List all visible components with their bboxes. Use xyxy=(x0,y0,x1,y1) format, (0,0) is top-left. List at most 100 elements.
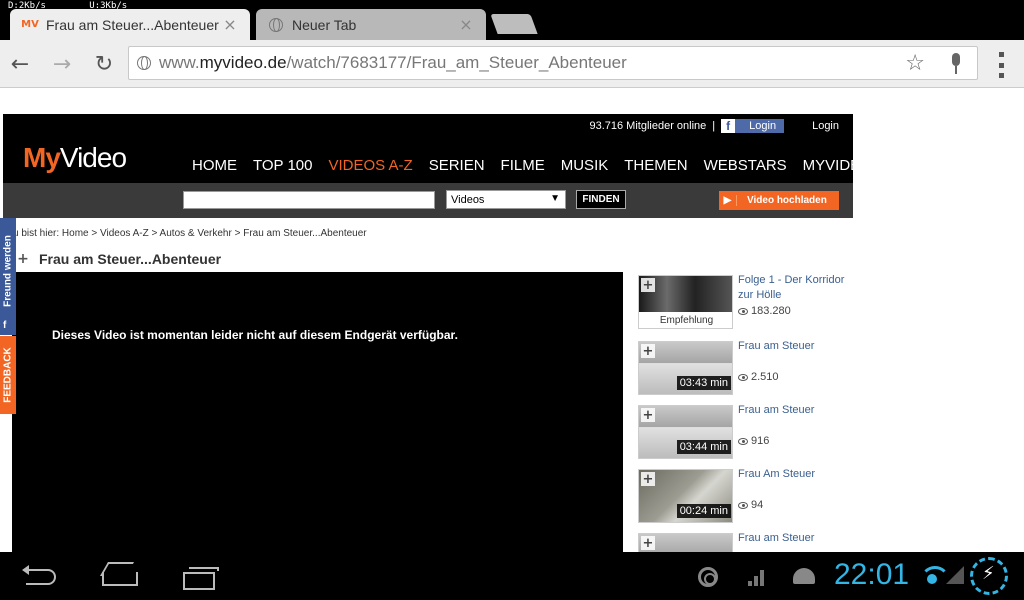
add-icon[interactable]: + xyxy=(641,344,655,359)
view-count: 183.280 xyxy=(738,305,791,317)
nav-musik[interactable]: MUSIK xyxy=(561,157,609,174)
eye-icon xyxy=(738,307,748,315)
related-video-title[interactable]: Frau Am Steuer xyxy=(738,467,848,482)
view-count: 94 xyxy=(738,499,763,511)
list-item[interactable]: + Empfehlung Folge 1 - Der Korridor zur … xyxy=(638,273,848,331)
duration-badge: 03:44 min xyxy=(676,440,731,454)
globe-icon xyxy=(137,56,151,70)
view-count: 2.510 xyxy=(738,371,779,383)
nav-myvideo-tv[interactable]: MYVIDEO.TV xyxy=(803,157,896,174)
add-icon[interactable]: + xyxy=(641,408,655,423)
video-thumbnail[interactable]: + 03:43 min xyxy=(638,341,733,395)
video-unavailable-message: Dieses Video ist momentan leider nicht a… xyxy=(52,328,458,342)
myvideo-favicon-icon: MV xyxy=(21,19,39,30)
forward-arrow-icon[interactable]: → xyxy=(50,52,74,77)
search-category-select[interactable]: Videos ▼ xyxy=(446,190,566,209)
facebook-login-label: Login xyxy=(749,120,777,132)
url-text[interactable]: www.myvideo.de/watch/7683177/Frau_am_Ste… xyxy=(159,53,627,73)
recent-apps-icon[interactable] xyxy=(183,566,219,590)
myvideo-logo[interactable]: MyVideo xyxy=(23,142,127,174)
duration-badge: 00:24 min xyxy=(676,504,731,518)
video-title-row: + Frau am Steuer...Abenteuer xyxy=(16,251,221,267)
upload-video-button[interactable]: ▶ Video hochladen xyxy=(719,191,839,210)
login-link[interactable]: Login xyxy=(812,120,839,132)
main-navigation: HOME TOP 100 VIDEOS A-Z SERIEN FILME MUS… xyxy=(192,157,911,174)
related-video-title[interactable]: Frau am Steuer xyxy=(738,339,848,354)
nav-filme[interactable]: FILME xyxy=(501,157,545,174)
add-icon[interactable]: + xyxy=(641,278,655,293)
reload-icon[interactable]: ↻ xyxy=(92,52,116,77)
facebook-icon: f xyxy=(3,320,7,331)
related-video-title[interactable]: Folge 1 - Der Korridor zur Hölle xyxy=(738,273,848,303)
web-page: 93.716 Mitglieder online | f Login Login… xyxy=(0,89,1024,552)
site-header: 93.716 Mitglieder online | f Login Login… xyxy=(3,114,895,183)
nav-videos-a-z[interactable]: VIDEOS A-Z xyxy=(329,157,413,174)
become-friend-tab[interactable]: Freund werden f xyxy=(0,218,16,335)
tab-close-icon[interactable]: × xyxy=(458,15,474,34)
cell-signal-icon xyxy=(946,566,964,584)
bookmark-star-icon[interactable]: ☆ xyxy=(905,51,925,76)
related-video-title[interactable]: Frau am Steuer xyxy=(738,531,848,546)
address-bar[interactable]: www.myvideo.de/watch/7683177/Frau_am_Ste… xyxy=(128,46,978,80)
globe-icon xyxy=(268,17,284,32)
duration-badge: 03:43 min xyxy=(676,376,731,390)
dropdown-arrow-icon: ▼ xyxy=(550,193,560,204)
list-item[interactable]: + 03:44 min Frau am Steuer 916 xyxy=(638,403,848,461)
network-stats: D:2Kb/s U:3Kb/s xyxy=(8,1,128,11)
play-icon: ▶ xyxy=(719,195,737,206)
recommendation-badge: Empfehlung xyxy=(639,312,732,328)
video-thumbnail[interactable]: + Empfehlung xyxy=(638,275,733,329)
related-video-title[interactable]: Frau am Steuer xyxy=(738,403,848,418)
add-to-playlist-icon[interactable]: + xyxy=(16,251,30,267)
eye-icon xyxy=(738,501,748,509)
browser-tabstrip: D:2Kb/s U:3Kb/s MV Frau am Steuer...Aben… xyxy=(0,0,1024,40)
video-player[interactable]: Dieses Video ist momentan leider nicht a… xyxy=(12,272,623,552)
nav-serien[interactable]: SERIEN xyxy=(429,157,485,174)
signal-bars-icon xyxy=(748,568,768,586)
tab-neuer-tab[interactable]: Neuer Tab × xyxy=(256,9,486,40)
android-notification-icon[interactable] xyxy=(793,568,815,584)
add-icon[interactable]: + xyxy=(641,536,655,551)
android-system-bar: 22:01 xyxy=(0,552,1024,600)
video-thumbnail[interactable]: + 03:44 min xyxy=(638,405,733,459)
facebook-login-button[interactable]: f Login xyxy=(721,119,785,133)
nav-top-100[interactable]: TOP 100 xyxy=(253,157,313,174)
browser-toolbar: ← → ↻ www.myvideo.de/watch/7683177/Frau_… xyxy=(0,40,1024,88)
video-thumbnail[interactable]: + 00:24 min xyxy=(638,469,733,523)
list-item[interactable]: + 00:24 min Frau Am Steuer 94 xyxy=(638,467,848,525)
eye-icon xyxy=(738,373,748,381)
list-item[interactable]: + 03:43 min Frau am Steuer 2.510 xyxy=(638,339,848,397)
wifi-icon xyxy=(920,566,950,586)
breadcrumb: u bist hier: Home > Videos A-Z > Autos &… xyxy=(13,228,367,239)
tab-frau-am-steuer[interactable]: MV Frau am Steuer...Abenteuer × xyxy=(10,9,250,40)
facebook-icon: f xyxy=(721,119,736,133)
back-icon[interactable] xyxy=(22,565,58,586)
new-tab-button[interactable] xyxy=(490,14,538,34)
search-button[interactable]: FINDEN xyxy=(576,190,626,209)
video-thumbnail[interactable]: + xyxy=(638,533,733,552)
tab-title: Neuer Tab xyxy=(292,16,357,33)
nav-webstars[interactable]: WEBSTARS xyxy=(704,157,787,174)
search-bar: Videos ▼ FINDEN ▶ Video hochladen xyxy=(3,183,853,218)
back-arrow-icon[interactable]: ← xyxy=(8,52,32,77)
add-icon[interactable]: + xyxy=(641,472,655,487)
nav-home[interactable]: HOME xyxy=(192,157,237,174)
page-title: Frau am Steuer...Abenteuer xyxy=(39,251,222,267)
eye-icon xyxy=(738,437,748,445)
battery-charging-icon xyxy=(970,557,1008,595)
chrome-notification-icon[interactable] xyxy=(698,567,718,587)
separator: | xyxy=(712,120,716,132)
overflow-menu-icon[interactable] xyxy=(996,52,1006,78)
home-icon[interactable] xyxy=(102,566,138,586)
view-count: 916 xyxy=(738,435,769,447)
search-input[interactable] xyxy=(183,191,435,209)
tab-title: Frau am Steuer...Abenteuer xyxy=(46,16,219,33)
members-online: 93.716 Mitglieder online xyxy=(589,120,707,132)
feedback-tab[interactable]: FEEDBACK xyxy=(0,336,16,414)
tab-close-icon[interactable]: × xyxy=(222,15,238,34)
nav-themen[interactable]: THEMEN xyxy=(624,157,687,174)
system-clock[interactable]: 22:01 xyxy=(834,558,909,592)
header-topline: 93.716 Mitglieder online | f Login Login xyxy=(589,119,839,133)
list-item[interactable]: + Frau am Steuer xyxy=(638,531,848,552)
microphone-icon[interactable] xyxy=(949,53,963,75)
